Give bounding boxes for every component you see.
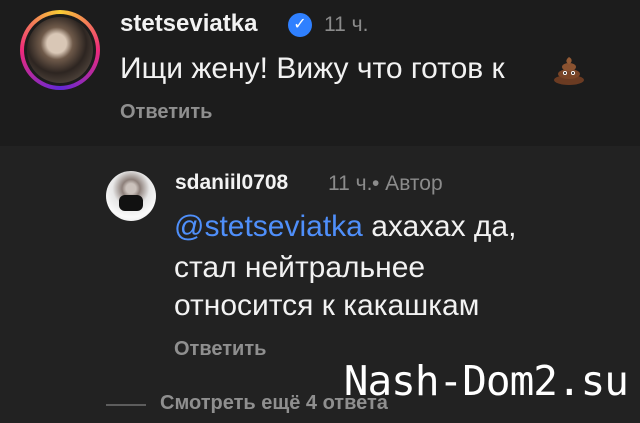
verified-badge-icon: ✓ (288, 13, 312, 37)
reply-text-rest: ахахах да, (362, 210, 517, 243)
avatar[interactable] (20, 10, 100, 90)
reply-text-line-3: относится к какашкам (174, 289, 480, 322)
reply-text-line-1: @stetseviatka ахахах да, (174, 210, 516, 244)
avatar-mask (119, 195, 143, 211)
mention-link[interactable]: @stetseviatka (174, 210, 363, 243)
avatar-photo (27, 17, 93, 83)
reply-time: 11 ч. (328, 172, 373, 195)
more-replies-divider (106, 404, 146, 406)
reply-button[interactable]: Ответить (174, 338, 266, 361)
reply-text-line-2: стал нейтральнее (174, 251, 426, 284)
comment-time: 11 ч. (324, 13, 369, 36)
avatar-ring-inner (24, 14, 96, 86)
reply-avatar[interactable] (106, 171, 156, 221)
comment-text: Ищи жену! Вижу что готов к (120, 52, 505, 85)
poop-emoji-icon (554, 57, 584, 85)
reply-button[interactable]: Ответить (120, 101, 212, 124)
comment-username[interactable]: stetseviatka (120, 10, 257, 38)
author-label: • Автор (372, 172, 443, 195)
reply-username[interactable]: sdaniil0708 (175, 171, 288, 195)
watermark: Nash-Dom2.su (343, 357, 629, 405)
